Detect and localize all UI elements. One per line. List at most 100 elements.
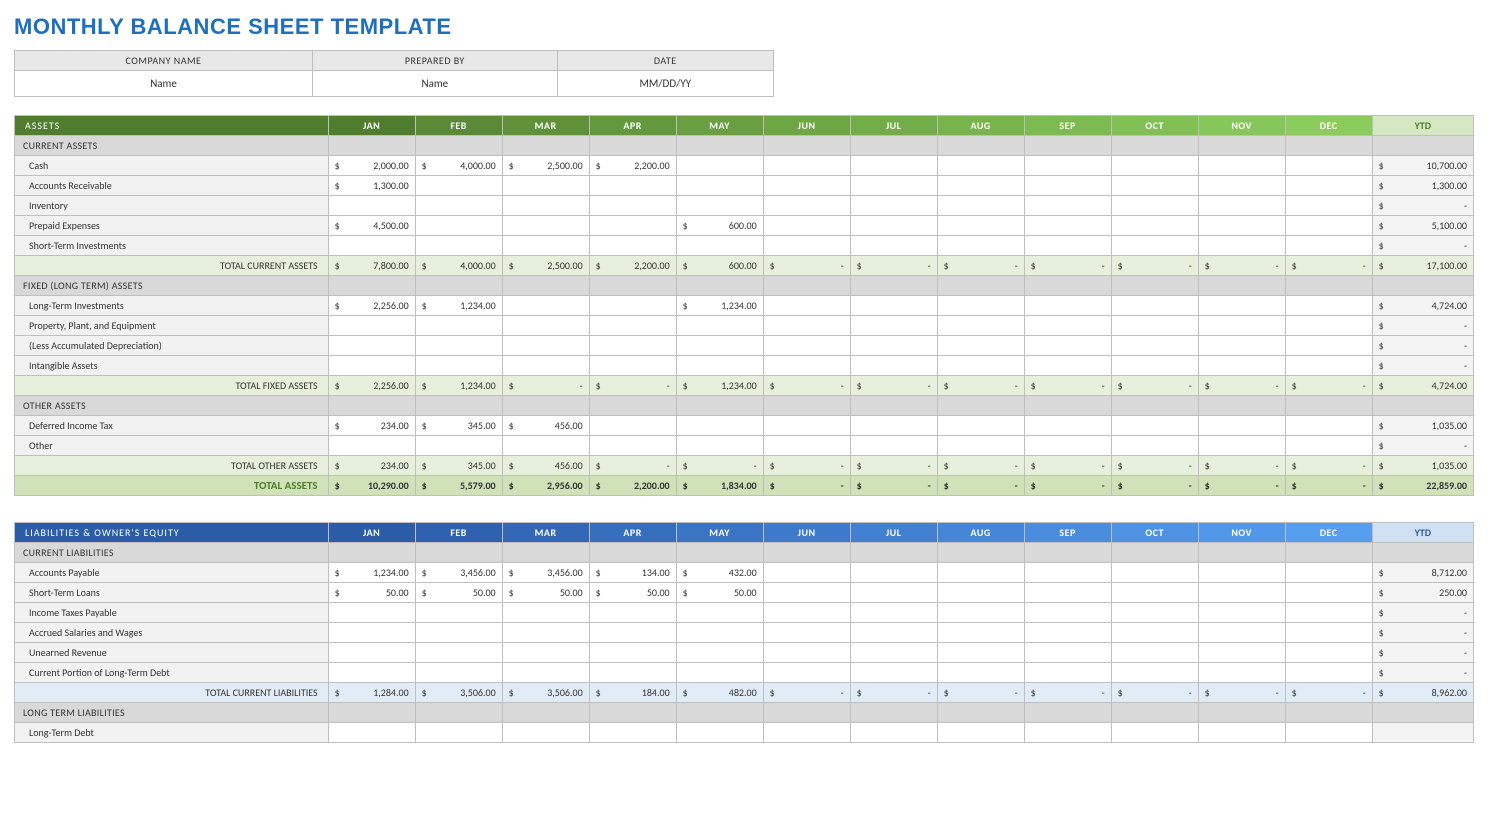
cell[interactable] [589, 663, 676, 683]
cell[interactable] [415, 176, 502, 196]
cell[interactable] [850, 436, 937, 456]
cell[interactable] [1111, 296, 1198, 316]
cell[interactable] [937, 583, 1024, 603]
cell[interactable]: $2,200.00 [589, 156, 676, 176]
cell[interactable] [850, 623, 937, 643]
cell[interactable]: $50.00 [589, 583, 676, 603]
cell[interactable]: $4,724.00 [1372, 376, 1473, 396]
cell[interactable]: $50.00 [328, 583, 415, 603]
cell[interactable]: $1,300.00 [328, 176, 415, 196]
cell[interactable] [1198, 336, 1285, 356]
cell[interactable] [1111, 336, 1198, 356]
cell[interactable] [1111, 563, 1198, 583]
cell[interactable] [850, 663, 937, 683]
cell[interactable]: $- [763, 683, 850, 703]
cell[interactable]: $- [1372, 336, 1473, 356]
cell[interactable]: $2,500.00 [502, 256, 589, 276]
cell[interactable]: $22,859.00 [1372, 476, 1473, 496]
cell[interactable] [937, 176, 1024, 196]
cell[interactable] [1198, 723, 1285, 743]
cell[interactable] [676, 623, 763, 643]
cell[interactable] [1285, 583, 1372, 603]
cell[interactable] [850, 236, 937, 256]
cell[interactable] [502, 236, 589, 256]
cell[interactable] [937, 216, 1024, 236]
cell[interactable] [415, 436, 502, 456]
cell[interactable] [850, 723, 937, 743]
cell[interactable] [1024, 603, 1111, 623]
cell[interactable]: $- [1372, 663, 1473, 683]
cell[interactable] [850, 156, 937, 176]
cell[interactable] [328, 436, 415, 456]
cell[interactable] [763, 436, 850, 456]
cell[interactable]: $8,712.00 [1372, 563, 1473, 583]
cell[interactable] [1198, 176, 1285, 196]
cell[interactable] [502, 316, 589, 336]
cell[interactable] [1024, 583, 1111, 603]
cell[interactable] [1024, 563, 1111, 583]
cell[interactable] [328, 623, 415, 643]
cell[interactable] [328, 723, 415, 743]
cell[interactable] [763, 583, 850, 603]
cell[interactable] [1285, 176, 1372, 196]
cell[interactable]: $- [1111, 456, 1198, 476]
cell[interactable] [1285, 196, 1372, 216]
cell[interactable] [589, 643, 676, 663]
cell[interactable] [328, 663, 415, 683]
cell[interactable] [502, 296, 589, 316]
cell[interactable]: $1,234.00 [415, 376, 502, 396]
cell[interactable] [1111, 603, 1198, 623]
cell[interactable] [676, 416, 763, 436]
cell[interactable] [676, 603, 763, 623]
cell[interactable]: $1,284.00 [328, 683, 415, 703]
cell[interactable] [1111, 216, 1198, 236]
cell[interactable] [589, 236, 676, 256]
cell[interactable]: $2,956.00 [502, 476, 589, 496]
cell[interactable] [589, 316, 676, 336]
cell[interactable] [589, 176, 676, 196]
cell[interactable] [328, 196, 415, 216]
cell[interactable] [937, 723, 1024, 743]
cell[interactable] [1024, 623, 1111, 643]
cell[interactable]: $- [1024, 683, 1111, 703]
cell[interactable] [763, 563, 850, 583]
cell[interactable] [1285, 316, 1372, 336]
cell[interactable] [850, 583, 937, 603]
cell[interactable] [1111, 643, 1198, 663]
cell[interactable] [502, 336, 589, 356]
cell[interactable]: $250.00 [1372, 583, 1473, 603]
cell[interactable] [415, 623, 502, 643]
cell[interactable]: $234.00 [328, 416, 415, 436]
cell[interactable]: $- [763, 456, 850, 476]
cell[interactable] [937, 643, 1024, 663]
cell[interactable] [589, 723, 676, 743]
cell[interactable] [850, 416, 937, 436]
cell[interactable] [850, 643, 937, 663]
cell[interactable]: $- [1285, 476, 1372, 496]
cell[interactable]: $- [937, 256, 1024, 276]
cell[interactable]: $- [850, 376, 937, 396]
info-value[interactable]: Name [313, 71, 558, 97]
cell[interactable] [1198, 436, 1285, 456]
cell[interactable] [850, 603, 937, 623]
cell[interactable]: $1,234.00 [328, 563, 415, 583]
cell[interactable] [328, 336, 415, 356]
cell[interactable] [1111, 416, 1198, 436]
cell[interactable]: $- [676, 456, 763, 476]
cell[interactable]: $- [589, 456, 676, 476]
cell[interactable] [328, 236, 415, 256]
cell[interactable] [1024, 176, 1111, 196]
cell[interactable]: $- [1372, 236, 1473, 256]
cell[interactable] [676, 356, 763, 376]
cell[interactable] [1024, 316, 1111, 336]
cell[interactable] [1198, 216, 1285, 236]
cell[interactable] [937, 336, 1024, 356]
cell[interactable] [850, 216, 937, 236]
cell[interactable] [1198, 356, 1285, 376]
cell[interactable]: $5,100.00 [1372, 216, 1473, 236]
cell[interactable]: $1,035.00 [1372, 416, 1473, 436]
cell[interactable] [1111, 583, 1198, 603]
cell[interactable] [676, 663, 763, 683]
cell[interactable] [1198, 156, 1285, 176]
cell[interactable]: $4,500.00 [328, 216, 415, 236]
